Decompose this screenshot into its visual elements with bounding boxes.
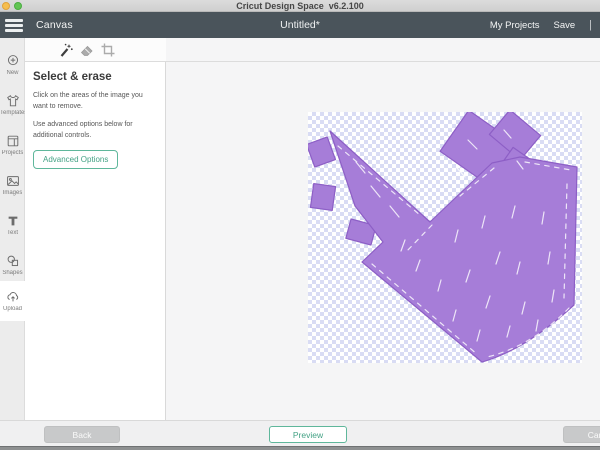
header-divider: | <box>589 19 592 31</box>
plus-circle-icon <box>6 54 20 68</box>
window-title: Cricut Design Space v6.2.100 <box>0 1 600 11</box>
sidebar-item-label: Shapes <box>2 270 22 276</box>
select-erase-panel: Select & erase Click on the areas of the… <box>25 62 166 420</box>
sidebar-item-images[interactable]: Images <box>0 166 25 204</box>
sidebar-item-label: New <box>6 70 18 76</box>
uploaded-image[interactable] <box>308 112 582 363</box>
sidebar-item-text[interactable]: Text <box>0 206 25 244</box>
projects-icon <box>6 134 20 148</box>
sidebar-item-label: Upload <box>3 306 22 312</box>
text-icon <box>6 214 20 228</box>
eraser-icon <box>79 42 95 58</box>
sidebar-item-new[interactable]: New <box>0 46 25 84</box>
sidebar-item-shapes[interactable]: Shapes <box>0 246 25 284</box>
upload-cloud-icon <box>6 290 20 304</box>
cancel-button[interactable]: Cancel <box>563 426 600 443</box>
back-button[interactable]: Back <box>44 426 120 443</box>
app-window: Cricut Design Space v6.2.100 Canvas Unti… <box>0 0 600 450</box>
sidebar: New Templates Projects Images <box>0 38 25 420</box>
footer-bar: Back Preview Cancel <box>0 420 600 446</box>
sidebar-item-label: Projects <box>2 150 24 156</box>
sidebar-item-projects[interactable]: Projects <box>0 126 25 164</box>
window-bottom-edge <box>0 446 600 450</box>
sidebar-item-label: Templates <box>0 110 25 116</box>
sidebar-item-templates[interactable]: Templates <box>0 86 25 124</box>
tshirt-icon <box>6 94 20 108</box>
magic-wand-tool[interactable] <box>58 42 74 58</box>
advanced-options-button[interactable]: Advanced Options <box>33 150 118 169</box>
eraser-tool[interactable] <box>79 42 95 58</box>
magic-wand-icon <box>58 42 74 58</box>
save-link[interactable]: Save <box>553 20 575 31</box>
sidebar-item-upload[interactable]: Upload <box>0 281 25 321</box>
shapes-icon <box>6 254 20 268</box>
crop-tool[interactable] <box>100 42 116 58</box>
panel-instruction-2: Use advanced options below for additiona… <box>33 120 159 142</box>
erase-canvas[interactable] <box>308 112 582 363</box>
my-projects-link[interactable]: My Projects <box>490 20 540 31</box>
canvas-area <box>166 62 600 420</box>
preview-button[interactable]: Preview <box>269 426 347 443</box>
app-header: Canvas Untitled* My Projects Save | <box>0 12 600 38</box>
sidebar-item-label: Images <box>3 190 23 196</box>
panel-instruction-1: Click on the areas of the image you want… <box>33 91 159 113</box>
window-titlebar: Cricut Design Space v6.2.100 <box>0 0 600 12</box>
sidebar-item-label: Text <box>7 230 18 236</box>
erase-toolbar <box>25 38 600 62</box>
panel-heading: Select & erase <box>33 71 157 83</box>
images-icon <box>6 174 20 188</box>
crop-icon <box>100 42 116 58</box>
